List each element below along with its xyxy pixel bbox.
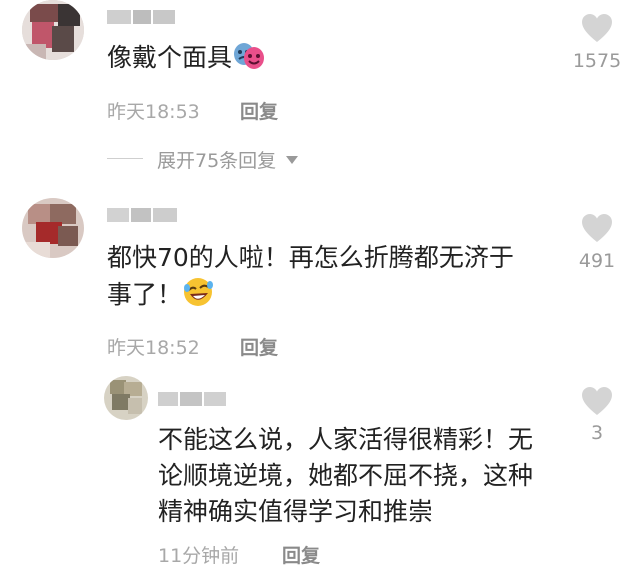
avatar-image <box>22 0 84 60</box>
avatar[interactable] <box>104 376 148 420</box>
performing-arts-masks-icon <box>232 41 266 81</box>
like-count: 491 <box>578 250 616 272</box>
reply-button[interactable]: 回复 <box>282 541 320 568</box>
like-count: 3 <box>590 422 604 444</box>
avatar[interactable] <box>22 198 84 258</box>
reply-time: 11分钟前 <box>158 545 240 567</box>
chevron-down-icon <box>286 156 299 164</box>
rolling-on-floor-laughing-icon <box>182 276 214 318</box>
username-blurred <box>158 392 226 406</box>
avatar[interactable] <box>22 0 84 60</box>
username-blurred <box>107 10 175 24</box>
avatar-image <box>22 198 84 258</box>
reply-button[interactable]: 回复 <box>240 97 278 124</box>
like-heart-icon[interactable] <box>581 213 613 243</box>
expand-divider-line <box>107 158 143 159</box>
reply-button[interactable]: 回复 <box>240 333 278 360</box>
expand-replies-button[interactable]: 展开75条回复 <box>157 146 299 173</box>
avatar-image <box>104 376 148 420</box>
expand-replies-label: 展开75条回复 <box>157 150 277 172</box>
like-count: 1575 <box>572 50 622 72</box>
reply-text: 不能这么说，人家活得很精彩！无 论顺境逆境，她都不屈不挠，这种 精神确实值得学习… <box>158 425 534 526</box>
username-blurred <box>107 208 177 222</box>
comment-time: 昨天18:52 <box>107 337 200 359</box>
comment-text: 像戴个面具 <box>107 40 266 81</box>
like-heart-icon[interactable] <box>581 386 613 416</box>
comment-text: 都快70的人啦！再怎么折腾都无济于 事了！ <box>107 240 567 318</box>
comment-time: 昨天18:53 <box>107 101 200 123</box>
like-heart-icon[interactable] <box>581 13 613 43</box>
